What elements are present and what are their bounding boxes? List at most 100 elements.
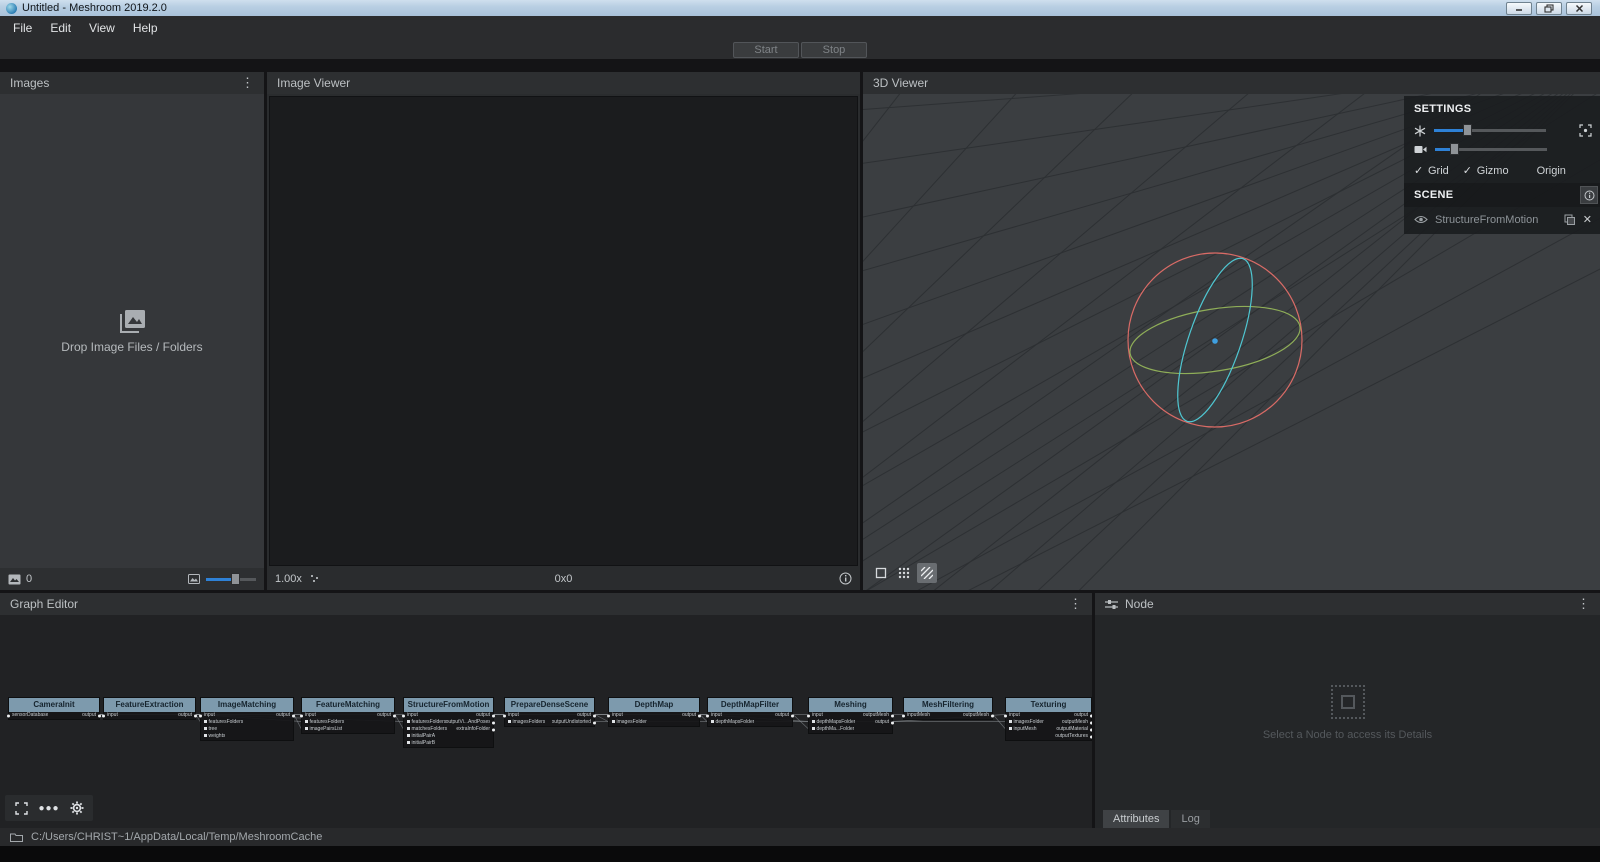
node-port-row[interactable]: tree	[201, 726, 293, 733]
fit-view-icon[interactable]	[1579, 124, 1592, 137]
node-port-row[interactable]: imagesFolder	[609, 719, 699, 726]
image-viewer-canvas[interactable]	[269, 96, 858, 566]
node-port-row[interactable]: inputoutput	[104, 712, 195, 719]
node-port-row[interactable]: imagesFolderoutputMesh	[1006, 719, 1091, 726]
node-port-row[interactable]: inputMeshoutputMaterial	[1006, 726, 1091, 733]
cache-folder-icon	[10, 832, 23, 842]
node-panel-menu-icon[interactable]: ⋮	[1577, 593, 1590, 615]
render-mode-solid-icon[interactable]	[871, 563, 891, 583]
graph-node-DepthMapFilter[interactable]: DepthMapFilterinputoutputdepthMapsFolder	[707, 697, 793, 727]
visibility-eye-icon[interactable]	[1414, 215, 1428, 224]
remove-media-icon[interactable]: ✕	[1583, 213, 1592, 226]
node-port-row[interactable]: inputoutput	[505, 712, 594, 719]
node-title[interactable]: DepthMap	[609, 698, 699, 712]
node-title[interactable]: CameraInit	[9, 698, 99, 712]
node-title[interactable]: DepthMapFilter	[708, 698, 792, 712]
origin-toggle[interactable]: Origin	[1523, 165, 1566, 177]
graph-editor-panel[interactable]: Graph Editor ⋮ CameraInitsensorDatabaseo…	[0, 593, 1092, 828]
images-menu-icon[interactable]: ⋮	[241, 72, 254, 94]
graph-node-ImageMatching[interactable]: ImageMatchinginputoutputfeaturesFolderst…	[200, 697, 294, 741]
minimize-button[interactable]	[1506, 2, 1532, 15]
graph-node-StructureFromMotion[interactable]: StructureFromMotioninputoutputfeaturesFo…	[403, 697, 494, 748]
node-port-row[interactable]: inputoutputMesh	[809, 712, 892, 719]
node-title[interactable]: ImageMatching	[201, 698, 293, 712]
graph-node-Texturing[interactable]: TexturinginputoutputimagesFolderoutputMe…	[1005, 697, 1092, 741]
render-mode-points-icon[interactable]	[894, 563, 914, 583]
node-panel-tabs: Attributes Log	[1103, 810, 1210, 828]
node-title[interactable]: Meshing	[809, 698, 892, 712]
cache-path: C:/Users/CHRIST~1/AppData/Local/Temp/Mes…	[31, 831, 322, 843]
graph-editor-menu-icon[interactable]: ⋮	[1069, 593, 1082, 615]
graph-editor-toolbar: ●●●	[5, 795, 93, 821]
graph-node-PrepareDenseScene[interactable]: PrepareDenseSceneinputoutputimagesFolder…	[504, 697, 595, 727]
node-port-row[interactable]: matchesFoldersextraInfoFolder	[404, 726, 493, 733]
viewer3d-panel[interactable]: 3D Viewer SETTINGS	[863, 72, 1600, 590]
thumbnail-size-slider[interactable]	[206, 578, 256, 581]
features-dots-icon[interactable]	[310, 574, 320, 584]
node-port-row[interactable]: weights	[201, 733, 293, 740]
node-port-row[interactable]: depthMa...Folder	[809, 726, 892, 733]
image-viewer-title: Image Viewer	[277, 76, 350, 90]
point-size-slider[interactable]	[1434, 129, 1546, 132]
node-port-row[interactable]: initialPairB	[404, 740, 493, 747]
graph-node-Meshing[interactable]: MeshinginputoutputMeshdepthMapsFolderout…	[808, 697, 893, 734]
render-mode-wireframe-icon[interactable]	[917, 563, 937, 583]
node-empty-state: Select a Node to access its Details	[1095, 615, 1600, 810]
node-port-row[interactable]: outputTextures	[1006, 733, 1091, 740]
app-icon	[6, 3, 17, 14]
node-title[interactable]: PrepareDenseScene	[505, 698, 594, 712]
node-port-row[interactable]: inputoutput	[404, 712, 493, 719]
scene-info-icon[interactable]	[1580, 186, 1598, 204]
node-port-row[interactable]: imagesFoldersoutputUndistorted	[505, 719, 594, 726]
fit-graph-icon[interactable]	[9, 797, 33, 819]
tab-attributes[interactable]: Attributes	[1103, 810, 1169, 828]
stop-button[interactable]: Stop	[801, 42, 867, 58]
graph-node-DepthMap[interactable]: DepthMapinputoutputimagesFolder	[608, 697, 700, 727]
menu-view[interactable]: View	[80, 16, 124, 40]
gizmo-toggle[interactable]: ✓ Gizmo	[1463, 164, 1509, 177]
menu-help[interactable]: Help	[124, 16, 167, 40]
graph-node-FeatureExtraction[interactable]: FeatureExtractioninputoutput	[103, 697, 196, 720]
grid-toggle[interactable]: ✓ Grid	[1414, 164, 1449, 177]
scene-header: SCENE	[1404, 183, 1600, 207]
menu-edit[interactable]: Edit	[41, 16, 80, 40]
node-port-row[interactable]: inputoutput	[609, 712, 699, 719]
node-port-row[interactable]: inputoutput	[1006, 712, 1091, 719]
camera-scale-slider[interactable]	[1435, 148, 1547, 151]
node-title[interactable]: MeshFiltering	[904, 698, 992, 712]
settings-gear-icon[interactable]	[65, 797, 89, 819]
image-dimensions: 0x0	[555, 573, 573, 585]
node-port-row[interactable]: inputoutput	[708, 712, 792, 719]
node-title[interactable]: StructureFromMotion	[404, 698, 493, 712]
node-port-row[interactable]: imagePairsList	[302, 726, 394, 733]
node-port-row[interactable]: initialPairA	[404, 733, 493, 740]
close-button[interactable]	[1566, 2, 1592, 15]
image-viewer-header: Image Viewer	[267, 72, 860, 94]
image-info-icon[interactable]	[839, 572, 852, 585]
node-port-row[interactable]: featuresFolders	[201, 719, 293, 726]
node-port-row[interactable]: featuresFolders	[302, 719, 394, 726]
graph-node-CameraInit[interactable]: CameraInitsensorDatabaseoutput	[8, 697, 100, 720]
node-port-row[interactable]: depthMapsFolderoutput	[809, 719, 892, 726]
restore-button[interactable]	[1536, 2, 1562, 15]
node-port-row[interactable]: inputoutput	[302, 712, 394, 719]
more-options-icon[interactable]: ●●●	[37, 797, 61, 819]
start-button[interactable]: Start	[733, 42, 799, 58]
graph-node-MeshFiltering[interactable]: MeshFilteringinputMeshoutputMesh	[903, 697, 993, 720]
image-drop-zone[interactable]: Drop Image Files / Folders	[0, 94, 264, 568]
node-port-row[interactable]: depthMapsFolder	[708, 719, 792, 726]
scene-item-sfm[interactable]: StructureFromMotion ✕	[1404, 207, 1600, 230]
media-source-icon[interactable]	[1564, 214, 1575, 225]
graph-node-FeatureMatching[interactable]: FeatureMatchinginputoutputfeaturesFolder…	[301, 697, 395, 734]
tab-log[interactable]: Log	[1171, 810, 1209, 828]
node-port-row[interactable]: sensorDatabaseoutput	[9, 712, 99, 719]
node-title[interactable]: FeatureMatching	[302, 698, 394, 712]
node-port-row[interactable]: featuresFoldersoutputVi...AndPoses	[404, 719, 493, 726]
node-title[interactable]: FeatureExtraction	[104, 698, 195, 712]
node-port-row[interactable]: inputMeshoutputMesh	[904, 712, 992, 719]
node-title[interactable]: Texturing	[1006, 698, 1091, 712]
graph-editor-title: Graph Editor	[10, 597, 78, 611]
node-empty-message: Select a Node to access its Details	[1263, 729, 1432, 741]
menu-file[interactable]: File	[4, 16, 41, 40]
node-port-row[interactable]: inputoutput	[201, 712, 293, 719]
